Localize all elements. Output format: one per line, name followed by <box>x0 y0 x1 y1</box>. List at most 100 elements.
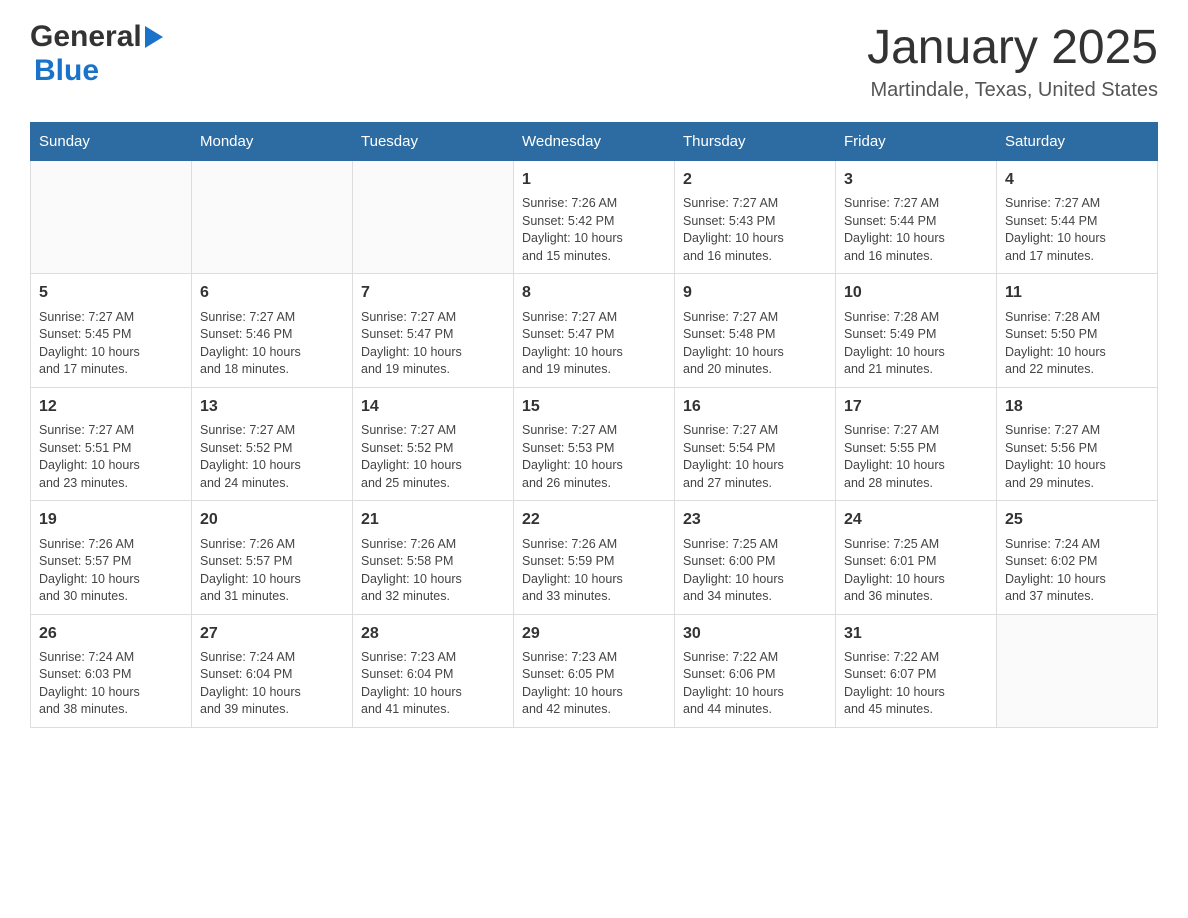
day-number: 12 <box>39 396 183 418</box>
calendar-cell: 8 Sunrise: 7:27 AM Sunset: 5:47 PM Daylig… <box>514 274 675 387</box>
calendar-cell: 9Sunrise: 7:27 AM Sunset: 5:48 PM Daylig… <box>675 274 836 387</box>
calendar-week-row: 12Sunrise: 7:27 AM Sunset: 5:51 PM Dayli… <box>31 387 1158 500</box>
calendar-cell: 20 Sunrise: 7:26 AM Sunset: 5:57 PM Dayli… <box>192 501 353 614</box>
header-saturday: Saturday <box>997 123 1158 161</box>
day-info: Sunrise: 7:27 AM Sunset: 5:54 PM Dayligh… <box>683 422 827 492</box>
day-info: Sunrise: 7:25 AM Sunset: 6:01 PM Dayligh… <box>844 536 988 606</box>
day-info: Sunrise: 7:27 AM Sunset: 5:43 PM Dayligh… <box>683 195 827 265</box>
day-info: Sunrise: 7:26 AM Sunset: 5:58 PM Dayligh… <box>361 536 505 606</box>
day-number: 21 <box>361 509 505 531</box>
day-info: Sunrise: 7:26 AM Sunset: 5:57 PM Dayligh… <box>200 536 344 606</box>
calendar-cell: 3 Sunrise: 7:27 AM Sunset: 5:44 PM Daylig… <box>836 161 997 274</box>
calendar-cell: 1 Sunrise: 7:26 AM Sunset: 5:42 PM Daylig… <box>514 161 675 274</box>
calendar-header-row: Sunday Monday Tuesday Wednesday Thursday… <box>31 123 1158 161</box>
day-info: Sunrise: 7:24 AM Sunset: 6:02 PM Dayligh… <box>1005 536 1149 606</box>
calendar-cell <box>997 614 1158 727</box>
day-info: Sunrise: 7:28 AM Sunset: 5:50 PM Dayligh… <box>1005 309 1149 379</box>
day-info: Sunrise: 7:27 AM Sunset: 5:47 PM Dayligh… <box>361 309 505 379</box>
calendar-cell: 22Sunrise: 7:26 AM Sunset: 5:59 PM Dayli… <box>514 501 675 614</box>
page-header: General Blue January 2025 Martindale, Te… <box>30 20 1158 102</box>
day-number: 19 <box>39 509 183 531</box>
day-number: 28 <box>361 623 505 645</box>
day-number: 4 <box>1005 169 1149 191</box>
calendar-cell: 12Sunrise: 7:27 AM Sunset: 5:51 PM Dayli… <box>31 387 192 500</box>
calendar-cell: 7Sunrise: 7:27 AM Sunset: 5:47 PM Daylig… <box>353 274 514 387</box>
calendar-table: Sunday Monday Tuesday Wednesday Thursday… <box>30 122 1158 728</box>
calendar-cell: 30Sunrise: 7:22 AM Sunset: 6:06 PM Dayli… <box>675 614 836 727</box>
day-number: 3 <box>844 169 988 191</box>
location-subtitle: Martindale, Texas, United States <box>867 79 1158 102</box>
calendar-cell: 21 Sunrise: 7:26 AM Sunset: 5:58 PM Dayli… <box>353 501 514 614</box>
calendar-cell: 10Sunrise: 7:28 AM Sunset: 5:49 PM Dayli… <box>836 274 997 387</box>
day-number: 14 <box>361 396 505 418</box>
day-info: Sunrise: 7:24 AM Sunset: 6:04 PM Dayligh… <box>200 649 344 719</box>
day-number: 29 <box>522 623 666 645</box>
day-info: Sunrise: 7:27 AM Sunset: 5:52 PM Dayligh… <box>200 422 344 492</box>
day-number: 2 <box>683 169 827 191</box>
day-info: Sunrise: 7:23 AM Sunset: 6:04 PM Dayligh… <box>361 649 505 719</box>
day-number: 16 <box>683 396 827 418</box>
calendar-title: January 2025 <box>867 20 1158 75</box>
calendar-cell: 4 Sunrise: 7:27 AM Sunset: 5:44 PM Daylig… <box>997 161 1158 274</box>
calendar-cell: 13 Sunrise: 7:27 AM Sunset: 5:52 PM Dayli… <box>192 387 353 500</box>
day-info: Sunrise: 7:26 AM Sunset: 5:42 PM Dayligh… <box>522 195 666 265</box>
day-info: Sunrise: 7:26 AM Sunset: 5:57 PM Dayligh… <box>39 536 183 606</box>
day-number: 22 <box>522 509 666 531</box>
day-info: Sunrise: 7:27 AM Sunset: 5:46 PM Dayligh… <box>200 309 344 379</box>
day-info: Sunrise: 7:27 AM Sunset: 5:52 PM Dayligh… <box>361 422 505 492</box>
day-number: 15 <box>522 396 666 418</box>
day-number: 13 <box>200 396 344 418</box>
calendar-cell: 29 Sunrise: 7:23 AM Sunset: 6:05 PM Dayli… <box>514 614 675 727</box>
day-info: Sunrise: 7:24 AM Sunset: 6:03 PM Dayligh… <box>39 649 183 719</box>
day-number: 18 <box>1005 396 1149 418</box>
day-info: Sunrise: 7:23 AM Sunset: 6:05 PM Dayligh… <box>522 649 666 719</box>
day-number: 27 <box>200 623 344 645</box>
day-info: Sunrise: 7:27 AM Sunset: 5:53 PM Dayligh… <box>522 422 666 492</box>
calendar-cell <box>31 161 192 274</box>
calendar-cell: 31Sunrise: 7:22 AM Sunset: 6:07 PM Dayli… <box>836 614 997 727</box>
day-number: 1 <box>522 169 666 191</box>
day-number: 20 <box>200 509 344 531</box>
calendar-cell: 26 Sunrise: 7:24 AM Sunset: 6:03 PM Dayli… <box>31 614 192 727</box>
day-number: 8 <box>522 282 666 304</box>
day-info: Sunrise: 7:27 AM Sunset: 5:44 PM Dayligh… <box>844 195 988 265</box>
calendar-cell: 14 Sunrise: 7:27 AM Sunset: 5:52 PM Dayli… <box>353 387 514 500</box>
calendar-cell: 23Sunrise: 7:25 AM Sunset: 6:00 PM Dayli… <box>675 501 836 614</box>
day-number: 17 <box>844 396 988 418</box>
day-number: 10 <box>844 282 988 304</box>
header-monday: Monday <box>192 123 353 161</box>
logo-triangle-icon <box>145 26 163 48</box>
calendar-cell: 6 Sunrise: 7:27 AM Sunset: 5:46 PM Daylig… <box>192 274 353 387</box>
calendar-cell: 2 Sunrise: 7:27 AM Sunset: 5:43 PM Daylig… <box>675 161 836 274</box>
day-info: Sunrise: 7:27 AM Sunset: 5:55 PM Dayligh… <box>844 422 988 492</box>
day-info: Sunrise: 7:27 AM Sunset: 5:44 PM Dayligh… <box>1005 195 1149 265</box>
day-number: 31 <box>844 623 988 645</box>
day-number: 5 <box>39 282 183 304</box>
calendar-cell: 16 Sunrise: 7:27 AM Sunset: 5:54 PM Dayli… <box>675 387 836 500</box>
logo: General Blue <box>30 20 163 88</box>
calendar-week-row: 19 Sunrise: 7:26 AM Sunset: 5:57 PM Dayli… <box>31 501 1158 614</box>
calendar-week-row: 5Sunrise: 7:27 AM Sunset: 5:45 PM Daylig… <box>31 274 1158 387</box>
calendar-week-row: 26 Sunrise: 7:24 AM Sunset: 6:03 PM Dayli… <box>31 614 1158 727</box>
calendar-cell <box>353 161 514 274</box>
day-number: 11 <box>1005 282 1149 304</box>
day-number: 6 <box>200 282 344 304</box>
calendar-cell: 27 Sunrise: 7:24 AM Sunset: 6:04 PM Dayli… <box>192 614 353 727</box>
day-number: 26 <box>39 623 183 645</box>
day-info: Sunrise: 7:22 AM Sunset: 6:06 PM Dayligh… <box>683 649 827 719</box>
header-sunday: Sunday <box>31 123 192 161</box>
day-number: 25 <box>1005 509 1149 531</box>
title-section: January 2025 Martindale, Texas, United S… <box>867 20 1158 102</box>
calendar-cell: 19 Sunrise: 7:26 AM Sunset: 5:57 PM Dayli… <box>31 501 192 614</box>
calendar-week-row: 1 Sunrise: 7:26 AM Sunset: 5:42 PM Daylig… <box>31 161 1158 274</box>
calendar-cell: 25 Sunrise: 7:24 AM Sunset: 6:02 PM Dayli… <box>997 501 1158 614</box>
header-tuesday: Tuesday <box>353 123 514 161</box>
day-number: 23 <box>683 509 827 531</box>
calendar-cell: 24Sunrise: 7:25 AM Sunset: 6:01 PM Dayli… <box>836 501 997 614</box>
calendar-cell: 5Sunrise: 7:27 AM Sunset: 5:45 PM Daylig… <box>31 274 192 387</box>
calendar-cell: 28 Sunrise: 7:23 AM Sunset: 6:04 PM Dayli… <box>353 614 514 727</box>
day-info: Sunrise: 7:27 AM Sunset: 5:47 PM Dayligh… <box>522 309 666 379</box>
calendar-cell: 15 Sunrise: 7:27 AM Sunset: 5:53 PM Dayli… <box>514 387 675 500</box>
logo-blue-text: Blue <box>34 54 99 87</box>
calendar-cell: 11 Sunrise: 7:28 AM Sunset: 5:50 PM Dayli… <box>997 274 1158 387</box>
